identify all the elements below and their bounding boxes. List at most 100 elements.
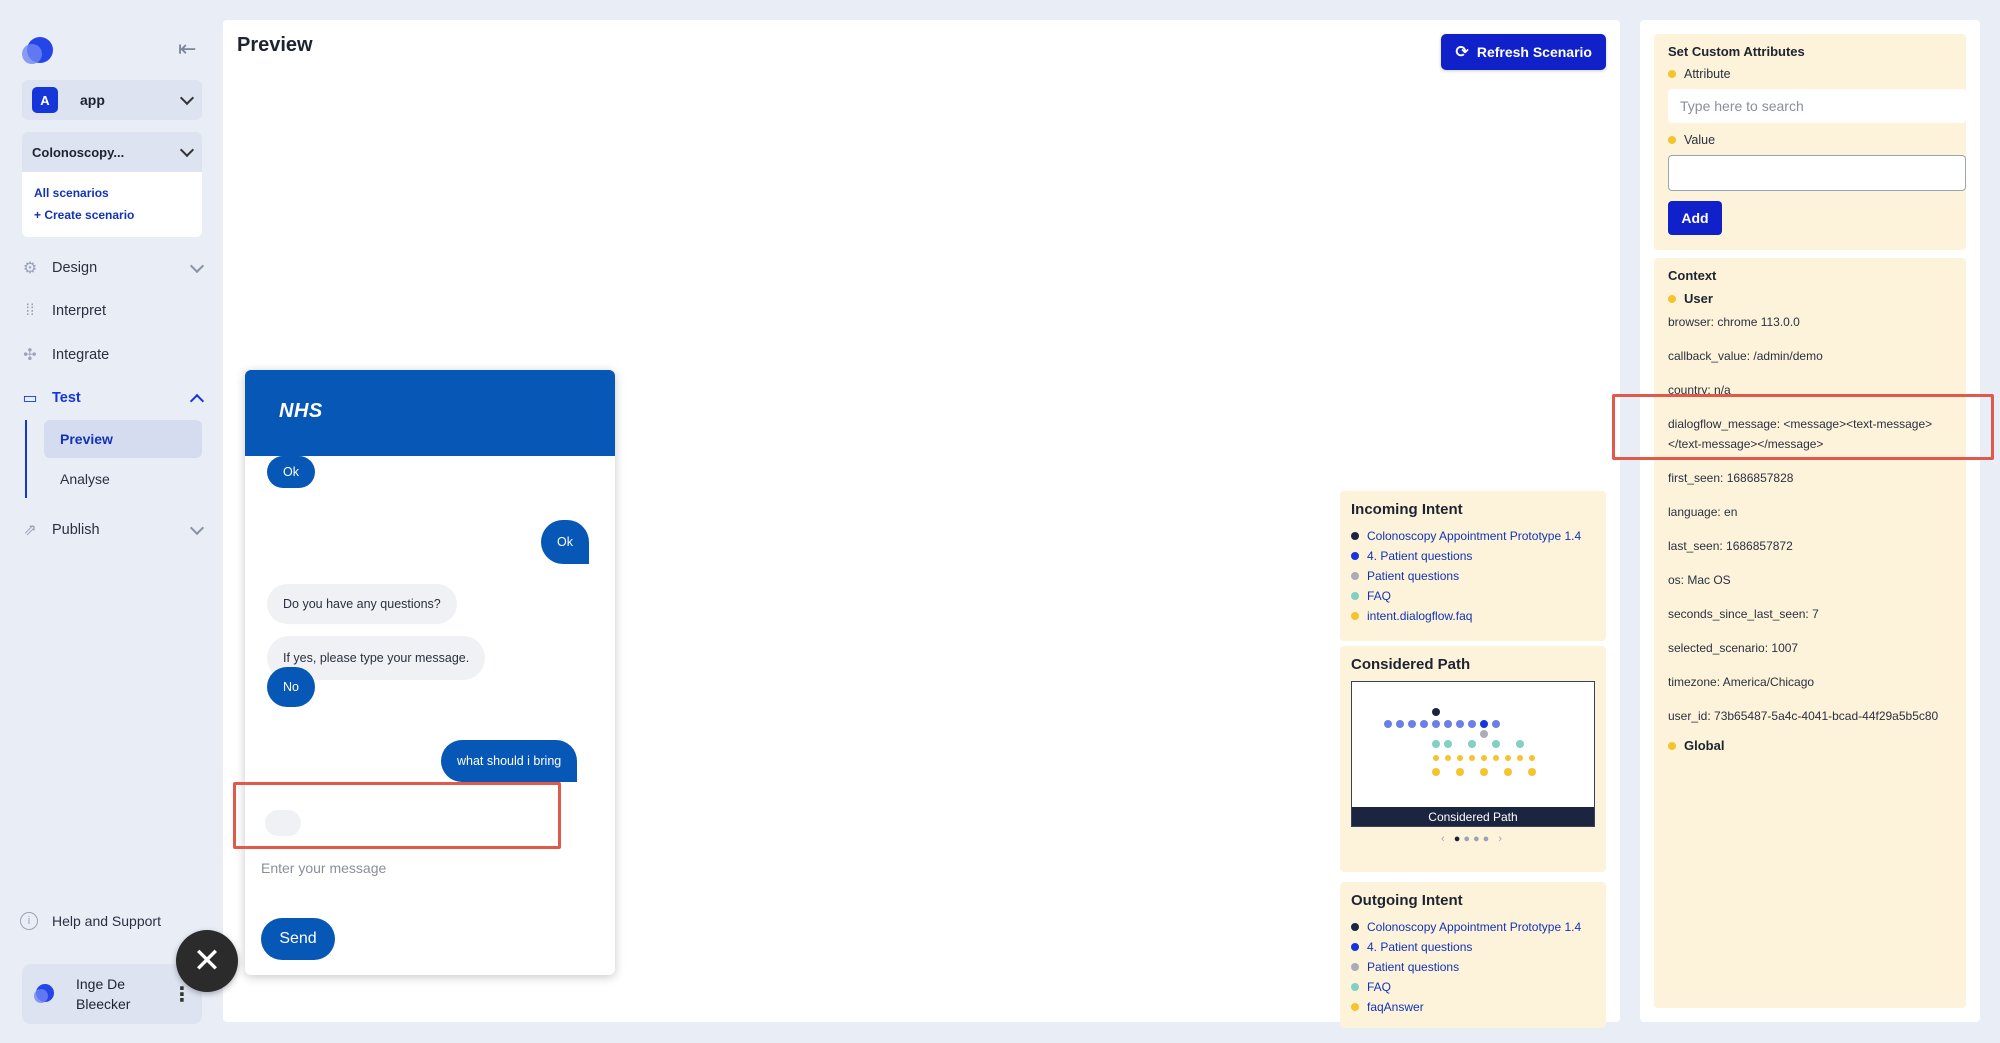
intent-label: Colonoscopy Appointment Prototype 1.4	[1367, 529, 1582, 543]
chevron-down-icon	[179, 142, 195, 157]
carousel-pager[interactable]: ‹ ●●●● ›	[1351, 833, 1595, 845]
dot-icon	[1351, 983, 1359, 991]
list-item[interactable]: Patient questions	[1351, 957, 1595, 977]
send-button[interactable]: Send	[261, 918, 335, 960]
close-icon: ✕	[192, 942, 222, 980]
outgoing-intent-title: Outgoing Intent	[1351, 892, 1463, 909]
context-line: browser: chrome 113.0.0	[1668, 315, 1800, 329]
intent-label: Patient questions	[1367, 569, 1460, 583]
dot-icon	[1351, 963, 1359, 971]
nav-test[interactable]: ▭ Test	[20, 388, 205, 409]
list-item[interactable]: FAQ	[1351, 977, 1595, 997]
highlight-box	[1612, 394, 1994, 460]
nav-design[interactable]: ⚙ Design	[20, 258, 205, 278]
preview-panel: Preview ⟳ Refresh Scenario NHS Ok Ok Do …	[223, 20, 1620, 1028]
design-icon: ⚙	[22, 260, 38, 277]
list-item[interactable]: 4. Patient questions	[1351, 546, 1595, 566]
close-chat-button[interactable]: ✕	[176, 930, 238, 992]
dot-icon	[1668, 70, 1676, 78]
list-item[interactable]: Colonoscopy Appointment Prototype 1.4	[1351, 526, 1595, 546]
create-scenario-link[interactable]: + Create scenario	[22, 208, 202, 222]
list-item[interactable]: FAQ	[1351, 586, 1595, 606]
context-line: language: en	[1668, 505, 1738, 519]
attribute-label-text: Attribute	[1684, 67, 1731, 81]
refresh-scenario-button[interactable]: ⟳ Refresh Scenario	[1441, 34, 1606, 70]
add-button[interactable]: Add	[1668, 201, 1722, 235]
list-item[interactable]: Colonoscopy Appointment Prototype 1.4	[1351, 917, 1595, 937]
sidebar: ⇤ A app Colonoscopy... All scenarios + C…	[0, 0, 222, 1043]
bot-message: Do you have any questions?	[267, 584, 457, 624]
considered-path-graph[interactable]: Considered Path	[1351, 681, 1595, 827]
chevron-down-icon	[189, 258, 205, 274]
path-graph-svg	[1384, 708, 1536, 776]
outgoing-intent-card: Outgoing Intent Colonoscopy Appointment …	[1340, 882, 1606, 1028]
attributes-panel: Set Custom Attributes Attribute Type her…	[1640, 20, 1980, 1022]
list-item[interactable]: 4. Patient questions	[1351, 937, 1595, 957]
custom-attributes-title: Set Custom Attributes	[1668, 44, 1805, 59]
dot-icon	[1668, 741, 1676, 750]
collapse-sidebar-icon[interactable]: ⇤	[178, 36, 204, 61]
sidebar-item-analyse[interactable]: Analyse	[44, 460, 202, 498]
considered-path-card: Considered Path Considered Path ‹ ●●●● ›	[1340, 646, 1606, 872]
test-chat-icon: ▭	[22, 390, 38, 407]
quick-reply-no[interactable]: No	[267, 667, 315, 707]
context-user-group: User	[1668, 291, 1952, 306]
intent-label: 4. Patient questions	[1367, 940, 1473, 954]
message-input[interactable]: Enter your message	[261, 860, 386, 876]
intent-label: FAQ	[1367, 980, 1392, 994]
context-line: timezone: America/Chicago	[1668, 675, 1815, 689]
nav-integrate[interactable]: ✣ Integrate	[20, 345, 204, 365]
list-item[interactable]: intent.dialogflow.faq	[1351, 606, 1595, 626]
user-message: Ok	[541, 520, 589, 564]
list-item[interactable]: Patient questions	[1351, 566, 1595, 586]
context-line: last_seen: 1686857872	[1668, 539, 1793, 553]
app-selector[interactable]: A app	[22, 80, 202, 120]
value-label: Value	[1668, 133, 1952, 147]
context-global-group: Global	[1668, 738, 1952, 753]
chevron-up-icon	[189, 393, 205, 409]
dot-icon	[1668, 136, 1676, 144]
value-input[interactable]	[1668, 155, 1966, 191]
help-and-support[interactable]: i Help and Support	[20, 912, 161, 930]
intent-label: intent.dialogflow.faq	[1367, 609, 1473, 623]
context-line: first_seen: 1686857828	[1668, 471, 1794, 485]
user-card[interactable]: Inge De Bleecker ⋮	[22, 964, 202, 1024]
context-line: selected_scenario: 1007	[1668, 641, 1799, 655]
sidebar-item-preview[interactable]: Preview	[44, 420, 202, 458]
app-name: app	[80, 92, 105, 108]
highlight-box	[233, 782, 561, 849]
nav-interpret[interactable]: ⁞⁞ Interpret	[20, 301, 204, 321]
scenario-selector[interactable]: Colonoscopy...	[22, 132, 202, 172]
avatar	[34, 984, 54, 1003]
value-label-text: Value	[1684, 133, 1716, 147]
intent-label: Patient questions	[1367, 960, 1460, 974]
app-logo-icon	[22, 37, 53, 64]
info-icon: i	[20, 912, 38, 930]
context-title: Context	[1668, 268, 1717, 283]
nhs-logo: NHS	[279, 400, 323, 422]
dot-icon	[1668, 294, 1676, 303]
all-scenarios-link[interactable]: All scenarios	[22, 186, 202, 200]
help-label: Help and Support	[52, 913, 161, 929]
context-global-label: Global	[1684, 738, 1725, 753]
dot-icon	[1351, 943, 1359, 951]
interpret-icon: ⁞⁞	[25, 302, 35, 319]
considered-path-caption: Considered Path	[1352, 807, 1594, 826]
context-line: os: Mac OS	[1668, 573, 1731, 587]
submenu-line	[25, 420, 27, 498]
user-name: Inge De Bleecker	[76, 976, 131, 1012]
nav-design-label: Design	[52, 260, 98, 276]
intent-label: 4. Patient questions	[1367, 549, 1473, 563]
dot-icon	[1351, 572, 1359, 580]
attribute-search-input[interactable]: Type here to search	[1668, 89, 1966, 123]
considered-path-title: Considered Path	[1351, 656, 1471, 673]
scenario-name: Colonoscopy...	[32, 144, 125, 160]
quick-reply-ok[interactable]: Ok	[267, 456, 315, 488]
context-box: Context User browser: chrome 113.0.0 cal…	[1654, 258, 1966, 1008]
refresh-label: Refresh Scenario	[1476, 44, 1592, 60]
context-line: user_id: 73b65487-5a4c-4041-bcad-44f29a5…	[1668, 709, 1939, 723]
list-item[interactable]: faqAnswer	[1351, 997, 1595, 1017]
refresh-icon: ⟳	[1455, 44, 1469, 61]
context-user-label: User	[1684, 291, 1713, 306]
nav-publish[interactable]: ⇗ Publish	[20, 520, 205, 540]
